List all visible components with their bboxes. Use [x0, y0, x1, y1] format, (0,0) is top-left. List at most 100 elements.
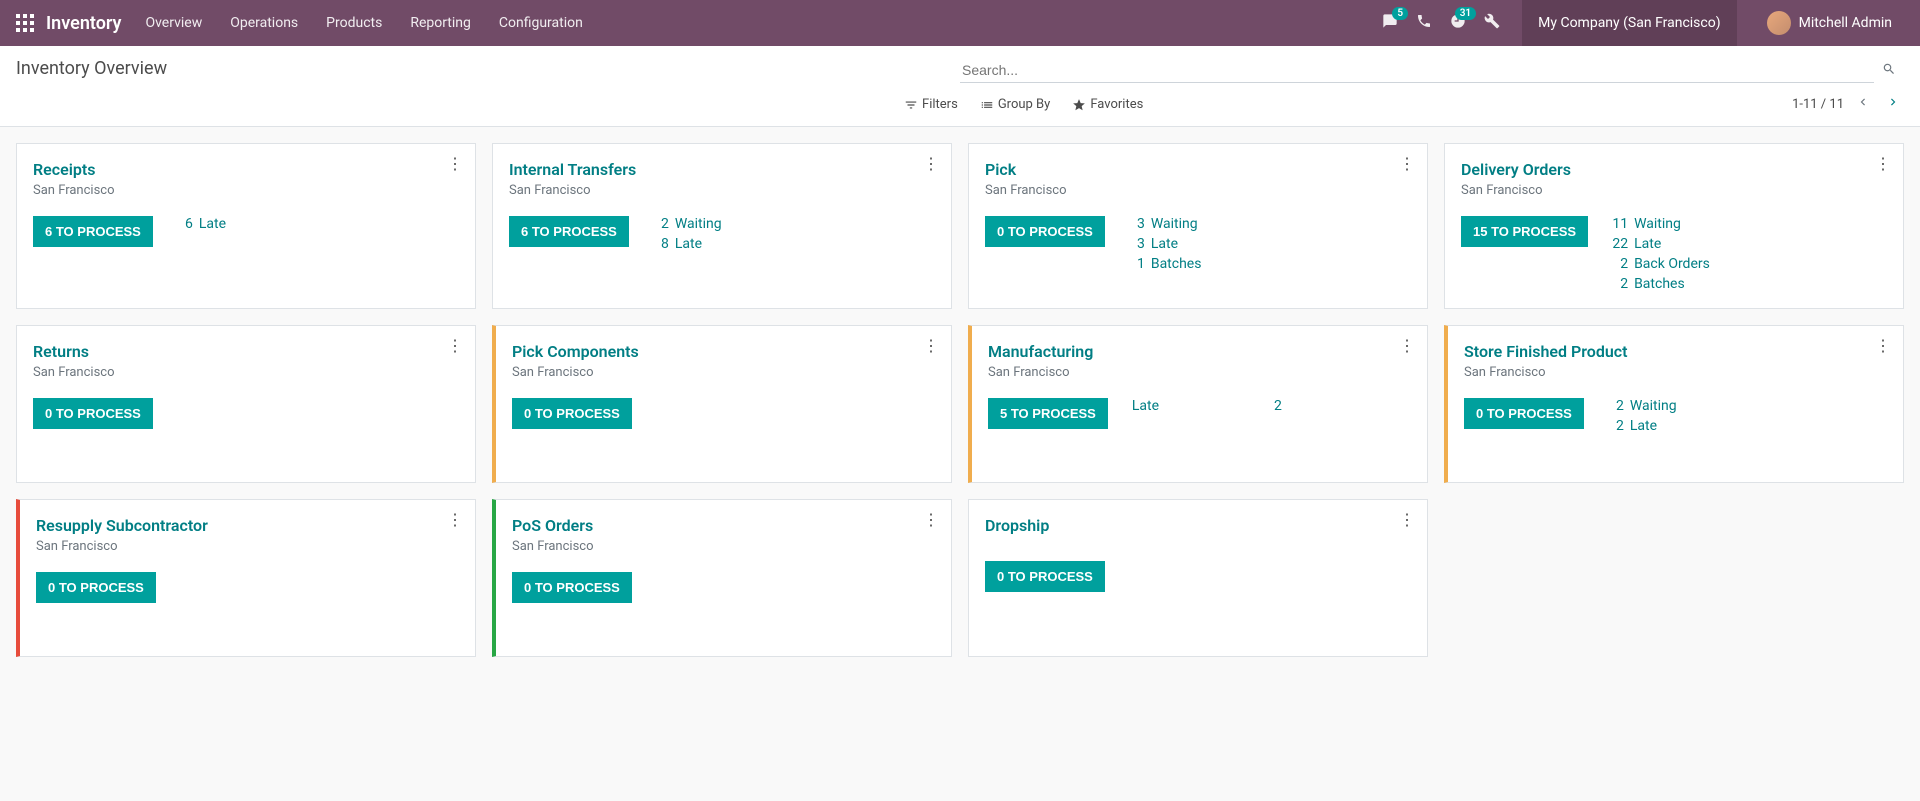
debug-icon[interactable]	[1484, 13, 1500, 33]
card-title[interactable]: Dropship	[985, 516, 1411, 535]
stat-row[interactable]: 3Late	[1129, 236, 1202, 252]
card-menu-icon[interactable]: ⋮	[923, 512, 939, 528]
process-button[interactable]: 5 TO PROCESS	[988, 398, 1108, 429]
card-title[interactable]: Receipts	[33, 160, 459, 179]
stat-row[interactable]: 11 Waiting	[1612, 216, 1710, 232]
stat-row[interactable]: 6Late	[177, 216, 226, 232]
card-menu-icon[interactable]: ⋮	[1399, 156, 1415, 172]
stat-label: Batches	[1634, 276, 1685, 292]
stat-row[interactable]: 2 Back Orders	[1612, 256, 1710, 272]
stat-row[interactable]: 2Waiting	[653, 216, 722, 232]
kanban-card: ⋮ReturnsSan Francisco0 TO PROCESS	[16, 325, 476, 483]
messages-badge: 5	[1392, 7, 1408, 20]
card-menu-icon[interactable]: ⋮	[923, 156, 939, 172]
card-title[interactable]: Store Finished Product	[1464, 342, 1887, 361]
filters-button[interactable]: Filters	[904, 97, 958, 112]
card-stats: 6Late	[177, 216, 226, 247]
kanban-card: ⋮ManufacturingSan Francisco5 TO PROCESSL…	[968, 325, 1428, 483]
stat-row[interactable]: Late2	[1132, 398, 1282, 414]
user-menu[interactable]: Mitchell Admin	[1755, 0, 1904, 46]
process-button[interactable]: 0 TO PROCESS	[985, 561, 1105, 592]
card-body: 0 TO PROCESS	[985, 561, 1411, 592]
nav-item-operations[interactable]: Operations	[230, 15, 298, 31]
card-menu-icon[interactable]: ⋮	[447, 512, 463, 528]
process-button[interactable]: 0 TO PROCESS	[33, 398, 153, 429]
card-title[interactable]: Manufacturing	[988, 342, 1411, 361]
apps-icon[interactable]	[16, 14, 34, 32]
card-title[interactable]: Delivery Orders	[1461, 160, 1887, 179]
process-button[interactable]: 15 TO PROCESS	[1461, 216, 1588, 247]
card-body: 15 TO PROCESS 11 Waiting 22Late 2 Back Orders…	[1461, 216, 1887, 292]
nav-item-reporting[interactable]: Reporting	[410, 15, 471, 31]
filter-icon	[904, 98, 918, 112]
stat-row[interactable]: 2Waiting	[1608, 398, 1677, 414]
card-stats: 11 Waiting 22Late 2 Back Orders 2 Batches	[1612, 216, 1710, 292]
pager-prev[interactable]	[1852, 91, 1874, 118]
phone-icon[interactable]	[1416, 13, 1432, 33]
stat-row[interactable]: 3Waiting	[1129, 216, 1202, 232]
card-menu-icon[interactable]: ⋮	[447, 338, 463, 354]
company-switcher[interactable]: My Company (San Francisco)	[1522, 0, 1736, 46]
card-title[interactable]: Pick Components	[512, 342, 935, 361]
card-menu-icon[interactable]: ⋮	[1399, 338, 1415, 354]
card-body: 0 TO PROCESS2Waiting2Late	[1464, 398, 1887, 434]
search-input[interactable]	[960, 58, 1874, 83]
nav-menu: Overview Operations Products Reporting C…	[145, 15, 1382, 31]
stat-count: 22	[1612, 236, 1628, 252]
stat-row[interactable]: 1Batches	[1129, 256, 1202, 272]
search-wrap	[960, 58, 1904, 83]
favorites-button[interactable]: Favorites	[1072, 97, 1143, 112]
pager-value[interactable]: 1-11 / 11	[1792, 97, 1844, 112]
nav-item-products[interactable]: Products	[326, 15, 382, 31]
card-menu-icon[interactable]: ⋮	[447, 156, 463, 172]
nav-item-overview[interactable]: Overview	[145, 15, 202, 31]
stat-row[interactable]: 2 Batches	[1612, 276, 1710, 292]
card-title[interactable]: Pick	[985, 160, 1411, 179]
process-button[interactable]: 6 TO PROCESS	[33, 216, 153, 247]
kanban-card: ⋮PickSan Francisco0 TO PROCESS3Waiting3L…	[968, 143, 1428, 309]
stat-label: Waiting	[1630, 398, 1677, 414]
app-brand[interactable]: Inventory	[46, 13, 121, 34]
card-title[interactable]: Resupply Subcontractor	[36, 516, 459, 535]
stat-count: 8	[653, 236, 669, 252]
card-title[interactable]: Returns	[33, 342, 459, 361]
stat-count: 2	[1608, 418, 1624, 434]
stat-count: 2	[1612, 276, 1628, 292]
stat-count: 11	[1612, 216, 1628, 232]
card-title[interactable]: PoS Orders	[512, 516, 935, 535]
groupby-button[interactable]: Group By	[980, 97, 1051, 112]
process-button[interactable]: 0 TO PROCESS	[512, 572, 632, 603]
card-menu-icon[interactable]: ⋮	[1875, 338, 1891, 354]
chevron-left-icon	[1856, 95, 1870, 109]
stat-row[interactable]: 2Late	[1608, 418, 1677, 434]
stat-count: 2	[1612, 256, 1628, 272]
process-button[interactable]: 6 TO PROCESS	[509, 216, 629, 247]
messages-icon[interactable]: 5	[1382, 13, 1398, 33]
stat-row[interactable]: 8Late	[653, 236, 722, 252]
card-menu-icon[interactable]: ⋮	[923, 338, 939, 354]
kanban-card: ⋮Delivery OrdersSan Francisco15 TO PROCE…	[1444, 143, 1904, 309]
process-button[interactable]: 0 TO PROCESS	[1464, 398, 1584, 429]
kanban-board: ⋮ReceiptsSan Francisco6 TO PROCESS6Late⋮…	[0, 127, 1920, 673]
avatar	[1767, 11, 1791, 35]
card-menu-icon[interactable]: ⋮	[1399, 512, 1415, 528]
process-button[interactable]: 0 TO PROCESS	[36, 572, 156, 603]
control-panel: Inventory Overview Filters Group By Favo…	[0, 46, 1920, 127]
stat-count: 2	[653, 216, 669, 232]
card-body: 6 TO PROCESS 6Late	[33, 216, 459, 247]
nav-item-configuration[interactable]: Configuration	[499, 15, 583, 31]
process-button[interactable]: 0 TO PROCESS	[985, 216, 1105, 247]
stat-label: Back Orders	[1634, 256, 1710, 272]
card-body: 0 TO PROCESS	[33, 398, 459, 429]
search-button[interactable]	[1874, 58, 1904, 83]
activities-icon[interactable]: 31	[1450, 13, 1466, 33]
card-subtitle: San Francisco	[512, 365, 935, 380]
card-title[interactable]: Internal Transfers	[509, 160, 935, 179]
process-button[interactable]: 0 TO PROCESS	[512, 398, 632, 429]
pager-next[interactable]	[1882, 91, 1904, 118]
card-menu-icon[interactable]: ⋮	[1875, 156, 1891, 172]
card-body: 0 TO PROCESS	[512, 398, 935, 429]
stat-label: Waiting	[1634, 216, 1681, 232]
stat-row[interactable]: 22Late	[1612, 236, 1710, 252]
card-subtitle: San Francisco	[33, 183, 459, 198]
